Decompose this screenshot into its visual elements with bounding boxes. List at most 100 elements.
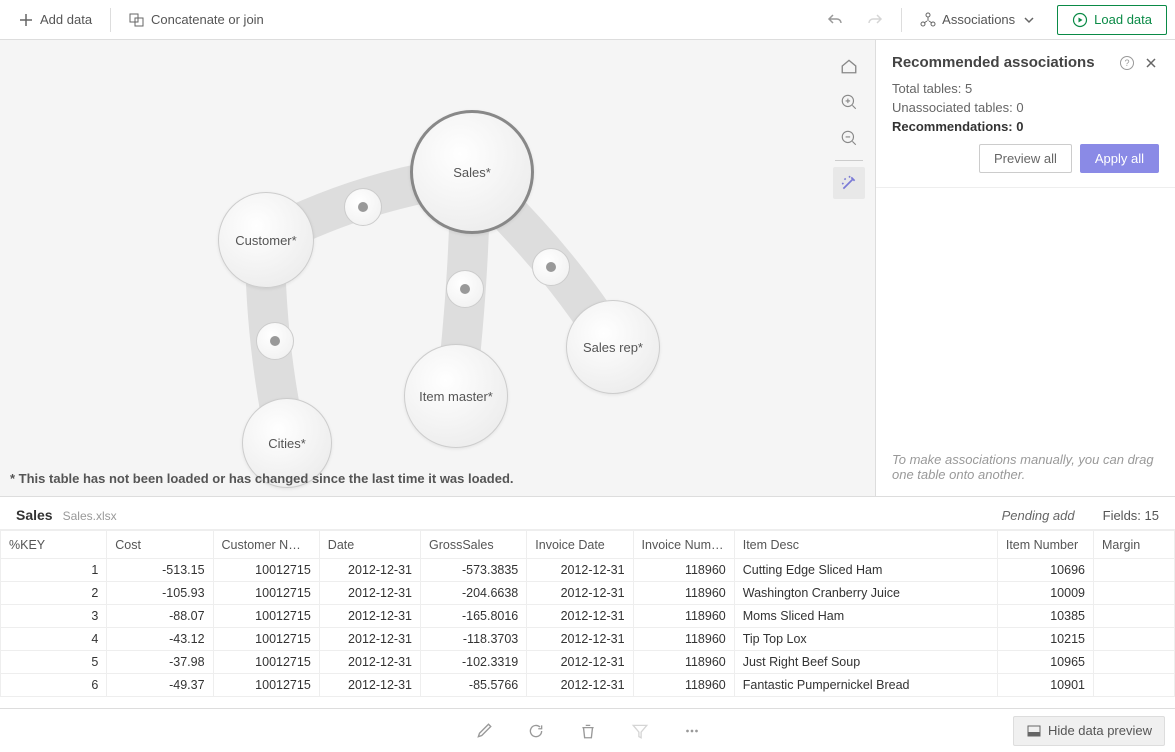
column-header[interactable]: Invoice Num… [633,531,734,559]
refresh-button[interactable] [520,715,552,747]
table-cell: Tip Top Lox [734,628,997,651]
panel-hint: To make associations manually, you can d… [876,438,1175,496]
column-header[interactable]: Cost [107,531,213,559]
more-button[interactable] [676,715,708,747]
table-row[interactable]: 3-88.07100127152012-12-31-165.80162012-1… [1,605,1175,628]
bubble-item-master[interactable]: Item master* [404,344,508,448]
delete-button[interactable] [572,715,604,747]
joint-sales-salesrep[interactable] [532,248,570,286]
table-cell: -165.8016 [421,605,527,628]
table-row[interactable]: 2-105.93100127152012-12-31-204.66382012-… [1,582,1175,605]
column-header[interactable]: %KEY [1,531,107,559]
table-cell: -37.98 [107,651,213,674]
table-cell: -513.15 [107,559,213,582]
joint-customer-cities[interactable] [256,322,294,360]
add-data-label: Add data [40,12,92,27]
table-cell: 2012-12-31 [319,651,420,674]
concatenate-label: Concatenate or join [151,12,264,27]
home-view-button[interactable] [833,50,865,82]
table-cell: 10012715 [213,559,319,582]
table-cell: 2012-12-31 [319,582,420,605]
chevron-down-icon [1021,12,1037,28]
associations-icon [920,12,936,28]
filter-button[interactable] [624,715,656,747]
column-header[interactable]: Item Number [997,531,1093,559]
table-cell: -204.6638 [421,582,527,605]
canvas-footnote: * This table has not been loaded or has … [10,471,514,486]
table-cell: 3 [1,605,107,628]
table-cell [1094,674,1175,697]
column-header[interactable]: GrossSales [421,531,527,559]
table-cell: 118960 [633,605,734,628]
table-cell: 2012-12-31 [319,605,420,628]
joint-sales-customer[interactable] [344,188,382,226]
redo-button[interactable] [857,6,893,34]
associations-canvas[interactable]: Sales* Customer* Cities* Item master* Sa… [0,40,875,496]
add-data-button[interactable]: Add data [8,6,102,34]
table-cell: 10012715 [213,674,319,697]
table-cell: 118960 [633,674,734,697]
column-header[interactable]: Invoice Date [527,531,633,559]
table-row[interactable]: 5-37.98100127152012-12-31-102.33192012-1… [1,651,1175,674]
table-cell: 10385 [997,605,1093,628]
preview-status: Pending add [1002,508,1075,523]
preview-table: %KEYCostCustomer N…DateGrossSalesInvoice… [0,530,1175,697]
column-header[interactable]: Customer N… [213,531,319,559]
help-icon[interactable]: ? [1119,55,1135,71]
main-area: Sales* Customer* Cities* Item master* Sa… [0,40,1175,496]
table-cell: Fantastic Pumpernickel Bread [734,674,997,697]
bubble-sales-rep[interactable]: Sales rep* [566,300,660,394]
table-cell: 6 [1,674,107,697]
table-cell: 2012-12-31 [527,582,633,605]
magic-wand-button[interactable] [833,167,865,199]
table-row[interactable]: 1-513.15100127152012-12-31-573.38352012-… [1,559,1175,582]
column-header[interactable]: Date [319,531,420,559]
zoom-out-button[interactable] [833,122,865,154]
top-toolbar: Add data Concatenate or join Association… [0,0,1175,40]
table-cell: 2012-12-31 [527,628,633,651]
table-cell: -102.3319 [421,651,527,674]
zoom-in-button[interactable] [833,86,865,118]
table-cell: Just Right Beef Soup [734,651,997,674]
bubble-customer[interactable]: Customer* [218,192,314,288]
table-row[interactable]: 6-49.37100127152012-12-31-85.57662012-12… [1,674,1175,697]
table-cell [1094,628,1175,651]
plus-icon [18,12,34,28]
table-cell: 118960 [633,628,734,651]
associations-dropdown[interactable]: Associations [910,6,1047,34]
table-cell: 10012715 [213,605,319,628]
table-cell: -105.93 [107,582,213,605]
hide-data-preview-button[interactable]: Hide data preview [1013,716,1165,746]
concatenate-button[interactable]: Concatenate or join [119,6,274,34]
table-cell [1094,559,1175,582]
recommendations-panel: Recommended associations ? Total tables:… [875,40,1175,496]
undo-button[interactable] [817,6,853,34]
table-cell: 10012715 [213,651,319,674]
table-cell: -88.07 [107,605,213,628]
edit-button[interactable] [468,715,500,747]
preview-grid[interactable]: %KEYCostCustomer N…DateGrossSalesInvoice… [0,529,1175,708]
table-cell: 2012-12-31 [527,605,633,628]
table-cell: 4 [1,628,107,651]
hide-label: Hide data preview [1048,723,1152,738]
column-header[interactable]: Margin [1094,531,1175,559]
joint-sales-itemmaster[interactable] [446,270,484,308]
bubble-sales[interactable]: Sales* [410,110,534,234]
table-cell: 2 [1,582,107,605]
bottom-bar: Hide data preview [0,708,1175,752]
table-header-row: %KEYCostCustomer N…DateGrossSalesInvoice… [1,531,1175,559]
table-cell: 118960 [633,582,734,605]
table-cell: 118960 [633,559,734,582]
table-cell: 118960 [633,651,734,674]
close-icon[interactable] [1143,55,1159,71]
load-data-label: Load data [1094,12,1152,27]
column-header[interactable]: Item Desc [734,531,997,559]
table-cell: 2012-12-31 [319,628,420,651]
undo-icon [827,12,843,28]
preview-fields: Fields: 15 [1103,508,1159,523]
preview-all-button[interactable]: Preview all [979,144,1072,173]
apply-all-button[interactable]: Apply all [1080,144,1159,173]
redo-icon [867,12,883,28]
load-data-button[interactable]: Load data [1057,5,1167,35]
table-row[interactable]: 4-43.12100127152012-12-31-118.37032012-1… [1,628,1175,651]
